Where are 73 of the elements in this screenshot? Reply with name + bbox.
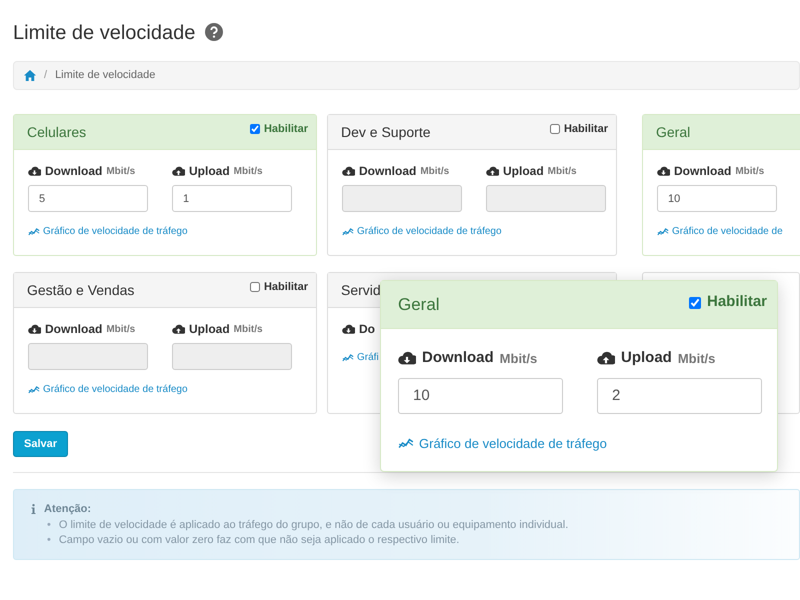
checkbox-label: Habilitar <box>264 122 308 137</box>
checkbox-label: Habilitar <box>706 292 767 312</box>
chart-line-icon <box>398 437 414 450</box>
unit-label: Mbit/s <box>678 350 716 368</box>
unit-label: Mbit/s <box>234 322 263 336</box>
breadcrumb-separator: / <box>44 68 48 84</box>
cloud-download-icon <box>398 350 416 366</box>
cloud-download-icon <box>342 324 355 334</box>
enable-checkbox[interactable] <box>688 296 701 308</box>
field-label: Upload <box>189 163 230 180</box>
unit-label: Mbit/s <box>234 164 263 178</box>
chart-line-icon <box>342 353 354 362</box>
cloud-download-icon <box>28 324 41 334</box>
unit-label: Mbit/s <box>106 164 136 178</box>
field-label: Upload <box>189 321 230 338</box>
speed-input[interactable]: 1 <box>172 185 292 212</box>
field-label: Upload <box>503 163 544 180</box>
speed-input[interactable]: 2 <box>597 378 762 414</box>
enable-checkbox[interactable] <box>550 124 560 134</box>
cloud-upload-icon <box>597 350 615 366</box>
chart-line-icon <box>657 227 669 236</box>
traffic-chart-link[interactable]: Gráfi <box>342 350 379 365</box>
card-title: Servid <box>341 280 381 300</box>
traffic-chart-link[interactable]: Gráfico de velocidade de tráfego <box>28 382 188 397</box>
field-label: Do <box>359 321 375 338</box>
card-title: Geral <box>398 294 440 316</box>
card-title: Gestão e Vendas <box>27 280 134 300</box>
card-title: Celulares <box>27 122 86 142</box>
page-title: Limite de velocidade <box>13 21 196 45</box>
field-label: Download <box>45 163 102 180</box>
bullet-marker: • <box>47 532 51 548</box>
help-icon <box>205 23 224 41</box>
field-label: Download <box>674 163 732 180</box>
notice-item: Campo vazio ou com valor zero faz com que não seja aplicado o respectivo limite. <box>58 532 460 548</box>
checkbox-label: Habilitar <box>564 122 608 137</box>
field-label: Download <box>45 321 102 338</box>
unit-label: Mbit/s <box>500 350 538 368</box>
enable-checkbox[interactable] <box>250 124 260 134</box>
cloud-upload-icon <box>486 166 499 176</box>
traffic-chart-link[interactable]: Gráfico de velocidade de tráfego <box>398 434 607 453</box>
cloud-download-icon <box>342 166 355 176</box>
unit-label: Mbit/s <box>735 164 764 178</box>
speed-input[interactable]: 5 <box>28 185 148 212</box>
checkbox-label: Habilitar <box>264 280 308 295</box>
unit-label: Mbit/s <box>420 164 450 178</box>
traffic-chart-link[interactable]: Gráfico de velocidade de <box>657 224 783 239</box>
home-link[interactable] <box>24 70 36 81</box>
unit-label: Mbit/s <box>106 322 136 336</box>
breadcrumb-current: Limite de velocidade <box>55 68 156 84</box>
field-label: Download <box>359 163 416 180</box>
traffic-chart-link[interactable]: Gráfico de velocidade de tráfego <box>342 224 502 239</box>
speed-input[interactable]: 10 <box>398 378 563 414</box>
home-icon <box>24 70 36 81</box>
info-icon <box>31 504 36 514</box>
field-label: Upload <box>621 348 672 368</box>
card-title: Dev e Suporte <box>341 122 430 142</box>
cloud-upload-icon <box>172 166 185 176</box>
cloud-download-icon <box>657 166 670 176</box>
chart-line-icon <box>28 385 40 394</box>
notice-item: O limite de velocidade é aplicado ao tráfego do grupo, e não de cada usuário ou equipamento individual. <box>58 518 568 532</box>
save-button[interactable]: Salvar <box>13 431 68 457</box>
cloud-download-icon <box>28 166 41 176</box>
traffic-chart-link[interactable]: Gráfico de velocidade de tráfego <box>28 224 188 239</box>
unit-label: Mbit/s <box>548 164 577 178</box>
enable-checkbox[interactable] <box>250 282 260 292</box>
notice-title: Atenção: <box>44 502 92 517</box>
chart-line-icon <box>28 227 40 236</box>
chart-line-icon <box>342 227 354 236</box>
speed-input[interactable]: 10 <box>657 185 777 212</box>
cloud-upload-icon <box>172 324 185 334</box>
bullet-marker: • <box>47 518 51 532</box>
card-title: Geral <box>656 122 690 142</box>
field-label: Download <box>422 348 494 368</box>
